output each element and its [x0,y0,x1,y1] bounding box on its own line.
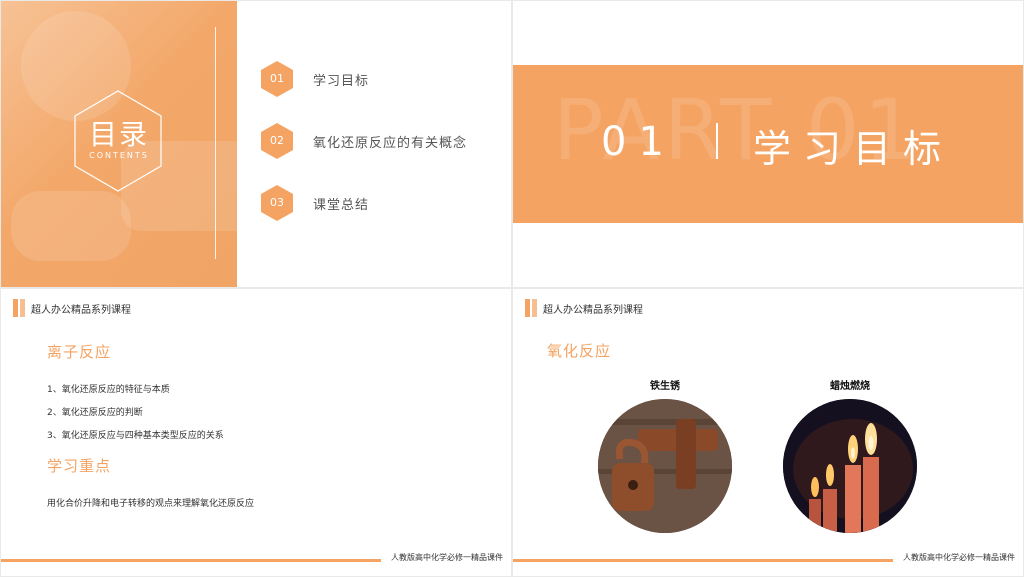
section-title: 氧化反应 [547,342,612,360]
toc-label: 学习目标 [313,74,370,89]
part-number: 01 [601,119,676,165]
part-title: 学习目标 [753,127,954,171]
footer-text: 人教版高中化学必修一精品课件 [893,552,1023,563]
section-title: 离子反应 [47,343,112,361]
list-item: 1、氧化还原反应的特征与本质 [47,385,170,395]
caption-candle: 蜡烛燃烧 [830,381,870,392]
toc-label: 课堂总结 [313,198,370,213]
contents-subtitle: CONTENTS [89,151,149,160]
slide-contents[interactable]: 目录 CONTENTS 01 学习目标 02 氧化还原反应的有关概念 03 课堂… [1,1,511,287]
brand-bar-icon [525,299,530,317]
brand-bar-icon [532,299,537,317]
contents-title: 目录 [88,118,149,151]
caption-rust: 铁生锈 [650,381,680,392]
list-item: 3、氧化还原反应与四种基本类型反应的关系 [47,431,224,441]
toc-number: 01 [270,72,284,85]
lab-photo: 目录 CONTENTS [1,1,237,287]
separator [716,123,718,159]
footer-text: 人教版高中化学必修一精品课件 [381,552,511,563]
toc-label: 氧化还原反应的有关概念 [313,136,468,151]
slide-learning-goals[interactable]: 超人办公精品系列课程 离子反应 1、氧化还原反应的特征与本质 2、氧化还原反应的… [1,289,511,576]
toc-number: 02 [270,134,284,147]
brand-text: 超人办公精品系列课程 [543,305,643,316]
brand-text: 超人办公精品系列课程 [31,305,131,316]
burning-candles-image [783,399,917,533]
list-item: 2、氧化还原反应的判断 [47,408,143,418]
brand-bar-icon [13,299,18,317]
rusty-lock-image [598,399,732,533]
toc-number: 03 [270,196,284,209]
divider-line [215,27,216,259]
focus-text: 用化合价升降和电子转移的观点来理解氧化还原反应 [47,499,255,509]
slide-oxidation[interactable]: 超人办公精品系列课程 氧化反应 铁生锈 蜡烛燃烧 人教版高中化学必修一精品课件 [513,289,1023,576]
brand-bar-icon [20,299,25,317]
section-title: 学习重点 [47,457,112,475]
slide-part-title[interactable]: PART 01 01 学习目标 [513,1,1023,287]
